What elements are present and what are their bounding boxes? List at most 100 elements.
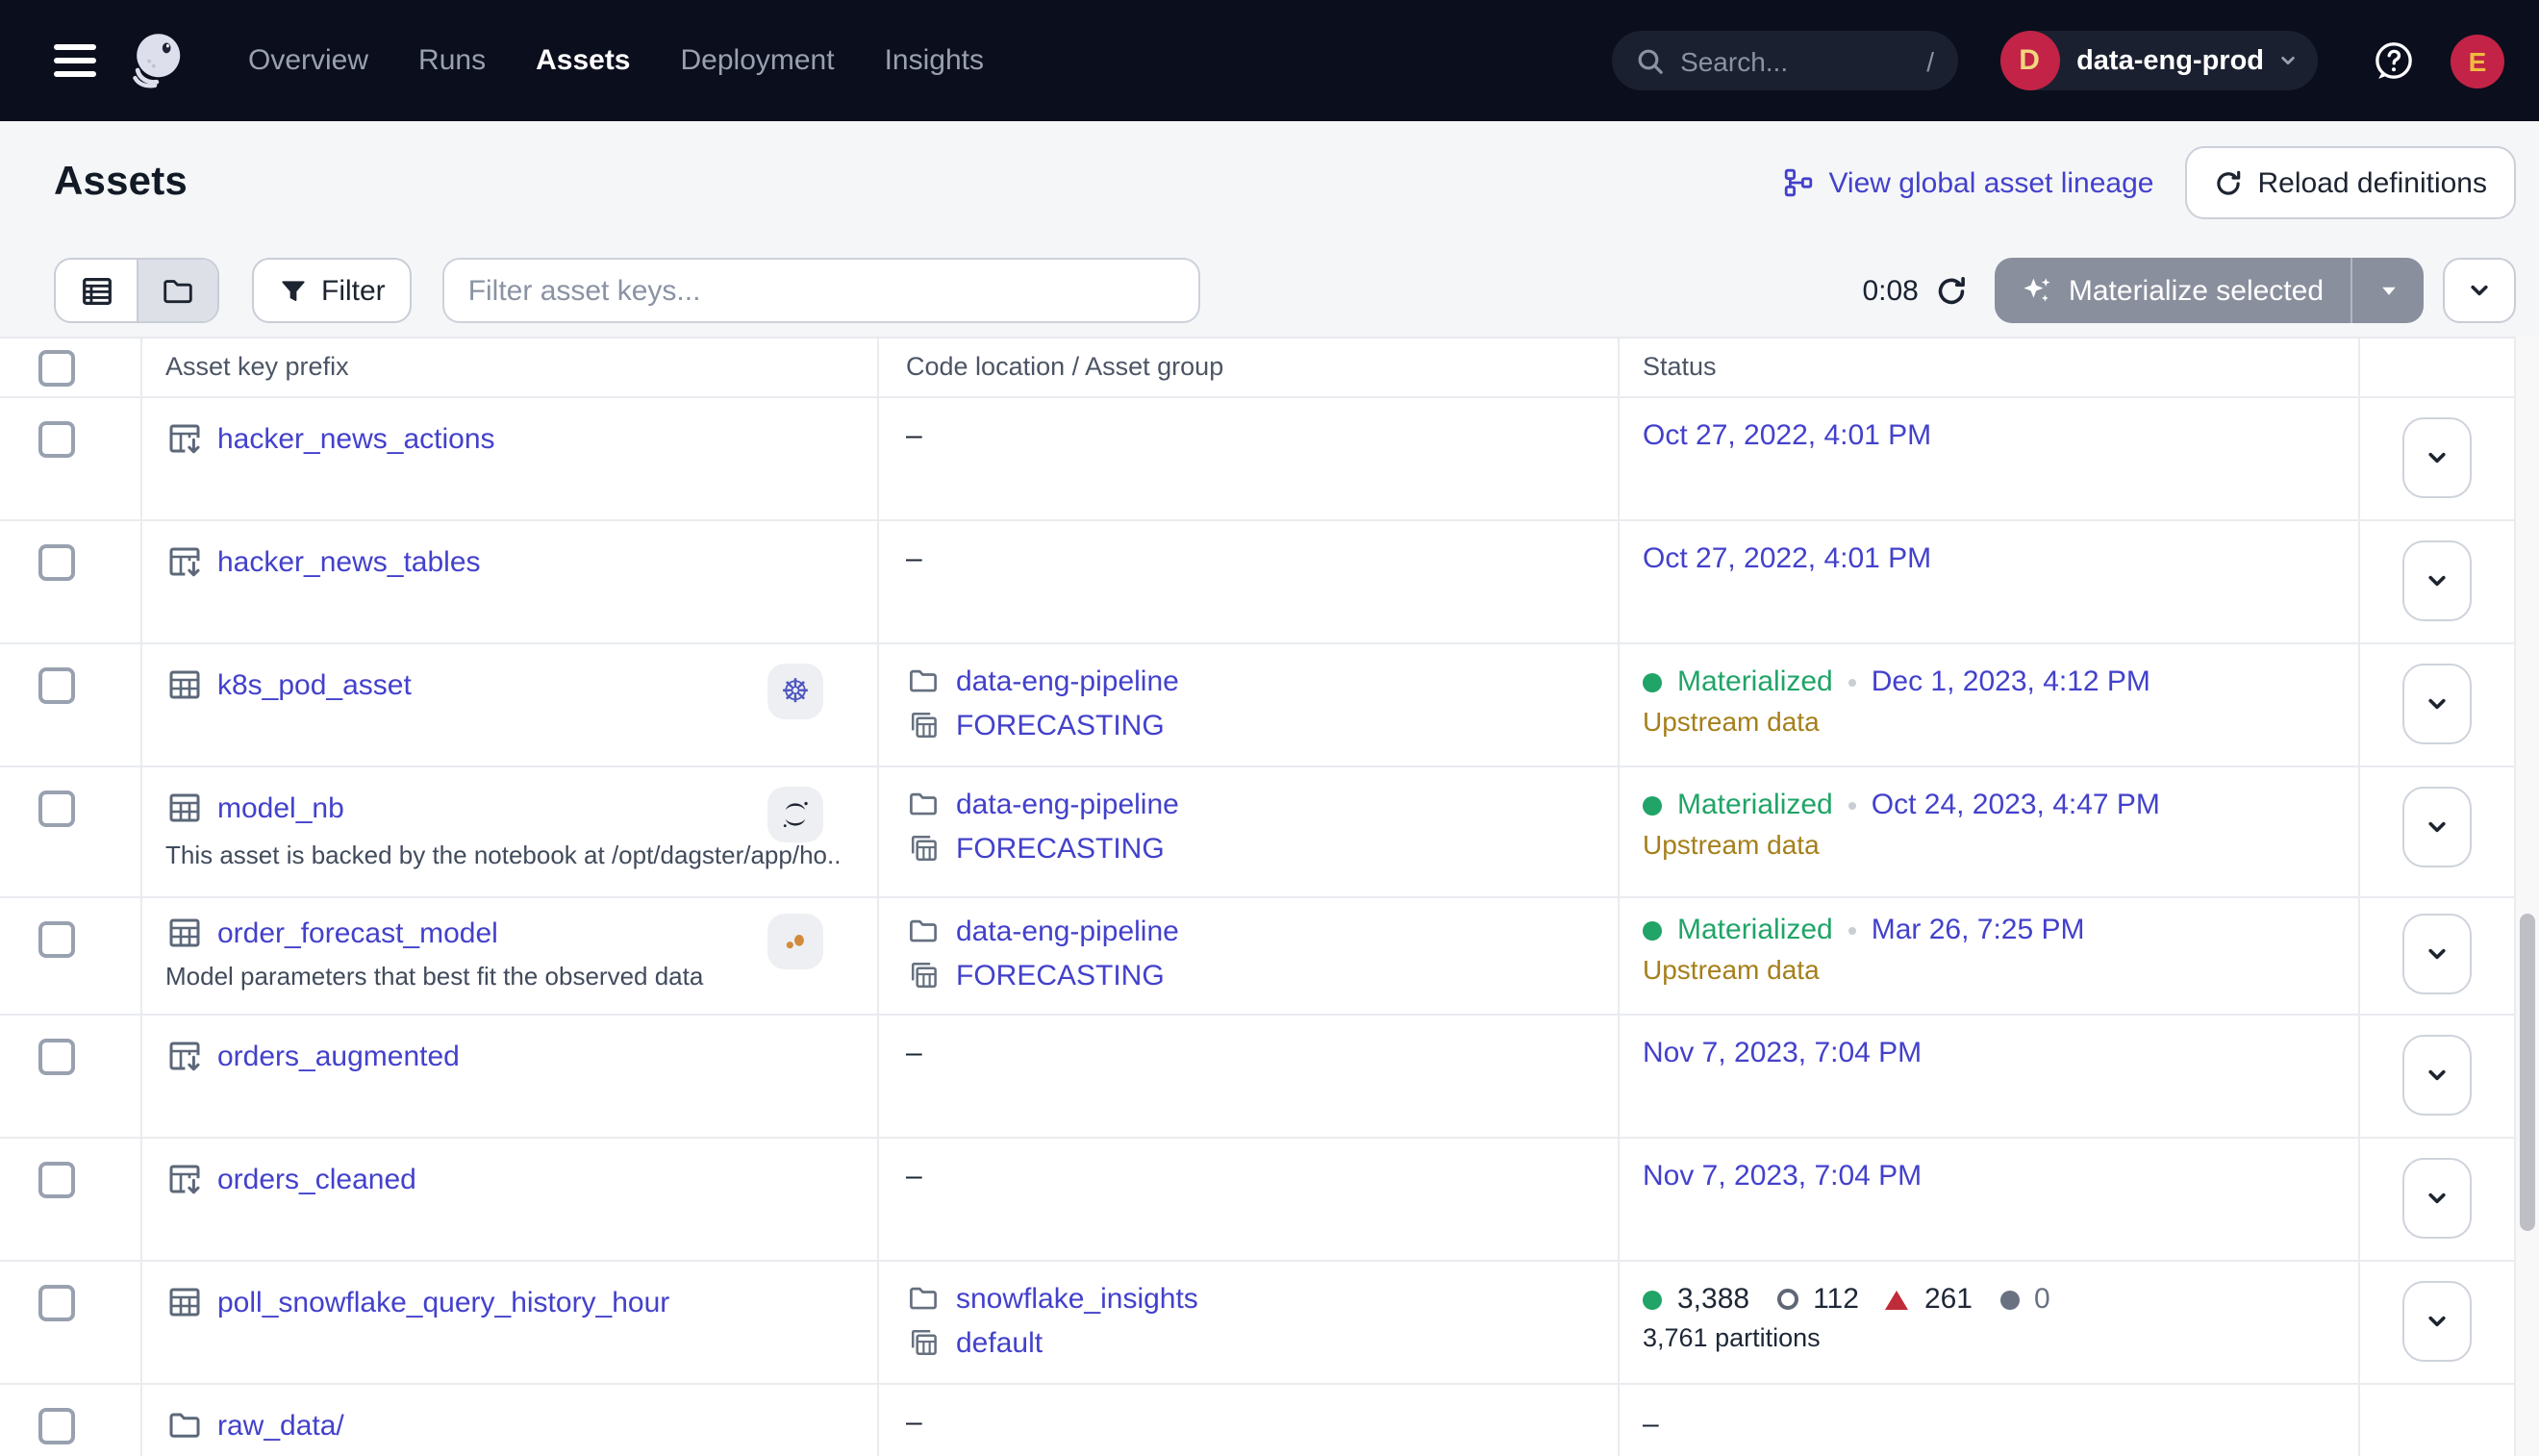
scrollbar-thumb[interactable] bbox=[2520, 914, 2535, 1231]
global-search[interactable]: / bbox=[1611, 31, 1957, 90]
status-date-link[interactable]: Mar 26, 7:25 PM bbox=[1872, 914, 2085, 946]
funnel-icon bbox=[279, 276, 308, 305]
status-date-link[interactable]: Dec 1, 2023, 4:12 PM bbox=[1872, 665, 2150, 698]
nav-item-assets[interactable]: Assets bbox=[526, 37, 640, 85]
table-icon bbox=[165, 1283, 204, 1321]
expand-row-button[interactable] bbox=[2402, 914, 2472, 994]
asset-folder-link[interactable]: raw_data/ bbox=[217, 1409, 344, 1442]
asset-link[interactable]: orders_cleaned bbox=[217, 1163, 416, 1195]
row-checkbox[interactable] bbox=[38, 667, 75, 704]
expand-row-button[interactable] bbox=[2402, 664, 2472, 744]
asset-link[interactable]: k8s_pod_asset bbox=[217, 668, 412, 701]
row-checkbox[interactable] bbox=[38, 791, 75, 827]
status-date-link[interactable]: Oct 27, 2022, 4:01 PM bbox=[1643, 419, 1931, 452]
failed-count: 261 bbox=[1924, 1283, 1973, 1316]
expand-row-button[interactable] bbox=[2402, 1158, 2472, 1239]
deployment-name: data-eng-prod bbox=[2076, 45, 2264, 76]
caret-down-icon bbox=[2378, 281, 2398, 300]
nav-item-runs[interactable]: Runs bbox=[409, 37, 495, 85]
reload-definitions-button[interactable]: Reload definitions bbox=[2185, 146, 2517, 219]
expand-row-button[interactable] bbox=[2402, 540, 2472, 621]
status-date-link[interactable]: Nov 7, 2023, 7:04 PM bbox=[1643, 1160, 1922, 1192]
user-avatar[interactable]: E bbox=[2451, 34, 2504, 88]
code-location-link[interactable]: data-eng-pipeline bbox=[956, 665, 1179, 697]
code-location-link[interactable]: data-eng-pipeline bbox=[956, 788, 1179, 820]
asset-link[interactable]: order_forecast_model bbox=[217, 916, 498, 949]
refresh-icon[interactable] bbox=[1936, 274, 1969, 307]
table-row: k8s_pod_asset ☸︎ data-eng-pipeline FOREC… bbox=[0, 644, 2514, 767]
asset-link[interactable]: hacker_news_tables bbox=[217, 545, 481, 578]
refresh-countdown: 0:08 bbox=[1862, 274, 1918, 307]
table-arrow-icon bbox=[165, 1037, 204, 1075]
select-all-checkbox[interactable] bbox=[38, 350, 75, 387]
expand-row-button[interactable] bbox=[2402, 417, 2472, 498]
row-checkbox[interactable] bbox=[38, 1285, 75, 1321]
row-checkbox[interactable] bbox=[38, 921, 75, 958]
partitions-note: 3,761 partitions bbox=[1643, 1323, 2358, 1352]
dagster-logo-icon[interactable] bbox=[121, 26, 190, 95]
separator-dot bbox=[1848, 678, 1856, 686]
materialize-dropdown-toggle[interactable] bbox=[2350, 258, 2424, 323]
nav-item-insights[interactable]: Insights bbox=[875, 37, 993, 85]
materialize-selected-action[interactable]: Materialize selected bbox=[1996, 258, 2350, 323]
nav-item-overview[interactable]: Overview bbox=[239, 37, 378, 85]
folder-icon bbox=[906, 914, 941, 948]
neutral-count-icon bbox=[1999, 1290, 2019, 1309]
expand-row-button[interactable] bbox=[2402, 1281, 2472, 1362]
top-navbar: Overview Runs Assets Deployment Insights… bbox=[0, 0, 2539, 121]
help-icon[interactable] bbox=[2372, 38, 2416, 83]
global-search-input[interactable] bbox=[1680, 45, 1907, 76]
code-location-link[interactable]: data-eng-pipeline bbox=[956, 915, 1179, 947]
jupyter-icon bbox=[779, 798, 812, 831]
folder-icon bbox=[906, 787, 941, 821]
asset-link[interactable]: orders_augmented bbox=[217, 1040, 460, 1072]
flat-view-toggle[interactable] bbox=[56, 260, 137, 321]
expand-row-button[interactable] bbox=[2402, 1035, 2472, 1116]
asset-group-icon bbox=[906, 708, 941, 742]
page-header: Assets View global asset lineage Reload … bbox=[0, 121, 2539, 244]
asset-link[interactable]: hacker_news_actions bbox=[217, 422, 495, 455]
chevron-down-icon bbox=[2466, 277, 2493, 304]
toolbar-more-button[interactable] bbox=[2443, 258, 2516, 323]
asset-description: Model parameters that best fit the obser… bbox=[165, 962, 842, 991]
deployment-switcher[interactable]: D data-eng-prod bbox=[1999, 31, 2318, 90]
asset-description: This asset is backed by the notebook at … bbox=[165, 841, 842, 869]
row-checkbox[interactable] bbox=[38, 1162, 75, 1198]
asset-link[interactable]: model_nb bbox=[217, 791, 344, 824]
assets-table: Asset key prefix Code location / Asset g… bbox=[0, 337, 2514, 1456]
directory-view-toggle[interactable] bbox=[137, 260, 217, 321]
asset-group-link[interactable]: FORECASTING bbox=[956, 709, 1165, 741]
failed-count-icon bbox=[1886, 1290, 1909, 1309]
asset-group-link[interactable]: FORECASTING bbox=[956, 959, 1165, 992]
kubernetes-badge: ☸︎ bbox=[767, 664, 823, 719]
materialized-dot-icon bbox=[1643, 920, 1662, 940]
search-icon bbox=[1634, 45, 1665, 76]
menu-icon[interactable] bbox=[54, 44, 96, 77]
filter-asset-keys-input[interactable] bbox=[443, 258, 1201, 323]
table-row: order_forecast_model Model parameters th… bbox=[0, 898, 2514, 1016]
sparkle-icon bbox=[2023, 275, 2053, 306]
nav-item-deployment[interactable]: Deployment bbox=[671, 37, 844, 85]
row-checkbox[interactable] bbox=[38, 421, 75, 458]
empty-value: – bbox=[906, 540, 922, 575]
status-note: Upstream data bbox=[1643, 706, 2358, 737]
status-label: Materialized bbox=[1677, 665, 1833, 698]
asset-group-link[interactable]: FORECASTING bbox=[956, 832, 1165, 865]
row-checkbox[interactable] bbox=[38, 1408, 75, 1444]
code-location-link[interactable]: snowflake_insights bbox=[956, 1282, 1198, 1315]
row-checkbox[interactable] bbox=[38, 544, 75, 581]
status-date-link[interactable]: Oct 24, 2023, 4:47 PM bbox=[1872, 789, 2160, 821]
empty-value: – bbox=[906, 417, 922, 452]
column-header-asset-key: Asset key prefix bbox=[165, 352, 349, 381]
expand-row-button[interactable] bbox=[2402, 787, 2472, 867]
status-date-link[interactable]: Nov 7, 2023, 7:04 PM bbox=[1643, 1037, 1922, 1069]
table-row: model_nb This asset is backed by the not… bbox=[0, 767, 2514, 898]
row-checkbox[interactable] bbox=[38, 1039, 75, 1075]
asset-link[interactable]: poll_snowflake_query_history_hour bbox=[217, 1286, 669, 1318]
view-global-asset-lineage-link[interactable]: View global asset lineage bbox=[1782, 166, 2153, 199]
table-icon bbox=[165, 665, 204, 704]
filter-button[interactable]: Filter bbox=[252, 258, 413, 323]
asset-group-link[interactable]: default bbox=[956, 1326, 1043, 1359]
status-date-link[interactable]: Oct 27, 2022, 4:01 PM bbox=[1643, 542, 1931, 575]
empty-value: – bbox=[906, 1035, 922, 1069]
